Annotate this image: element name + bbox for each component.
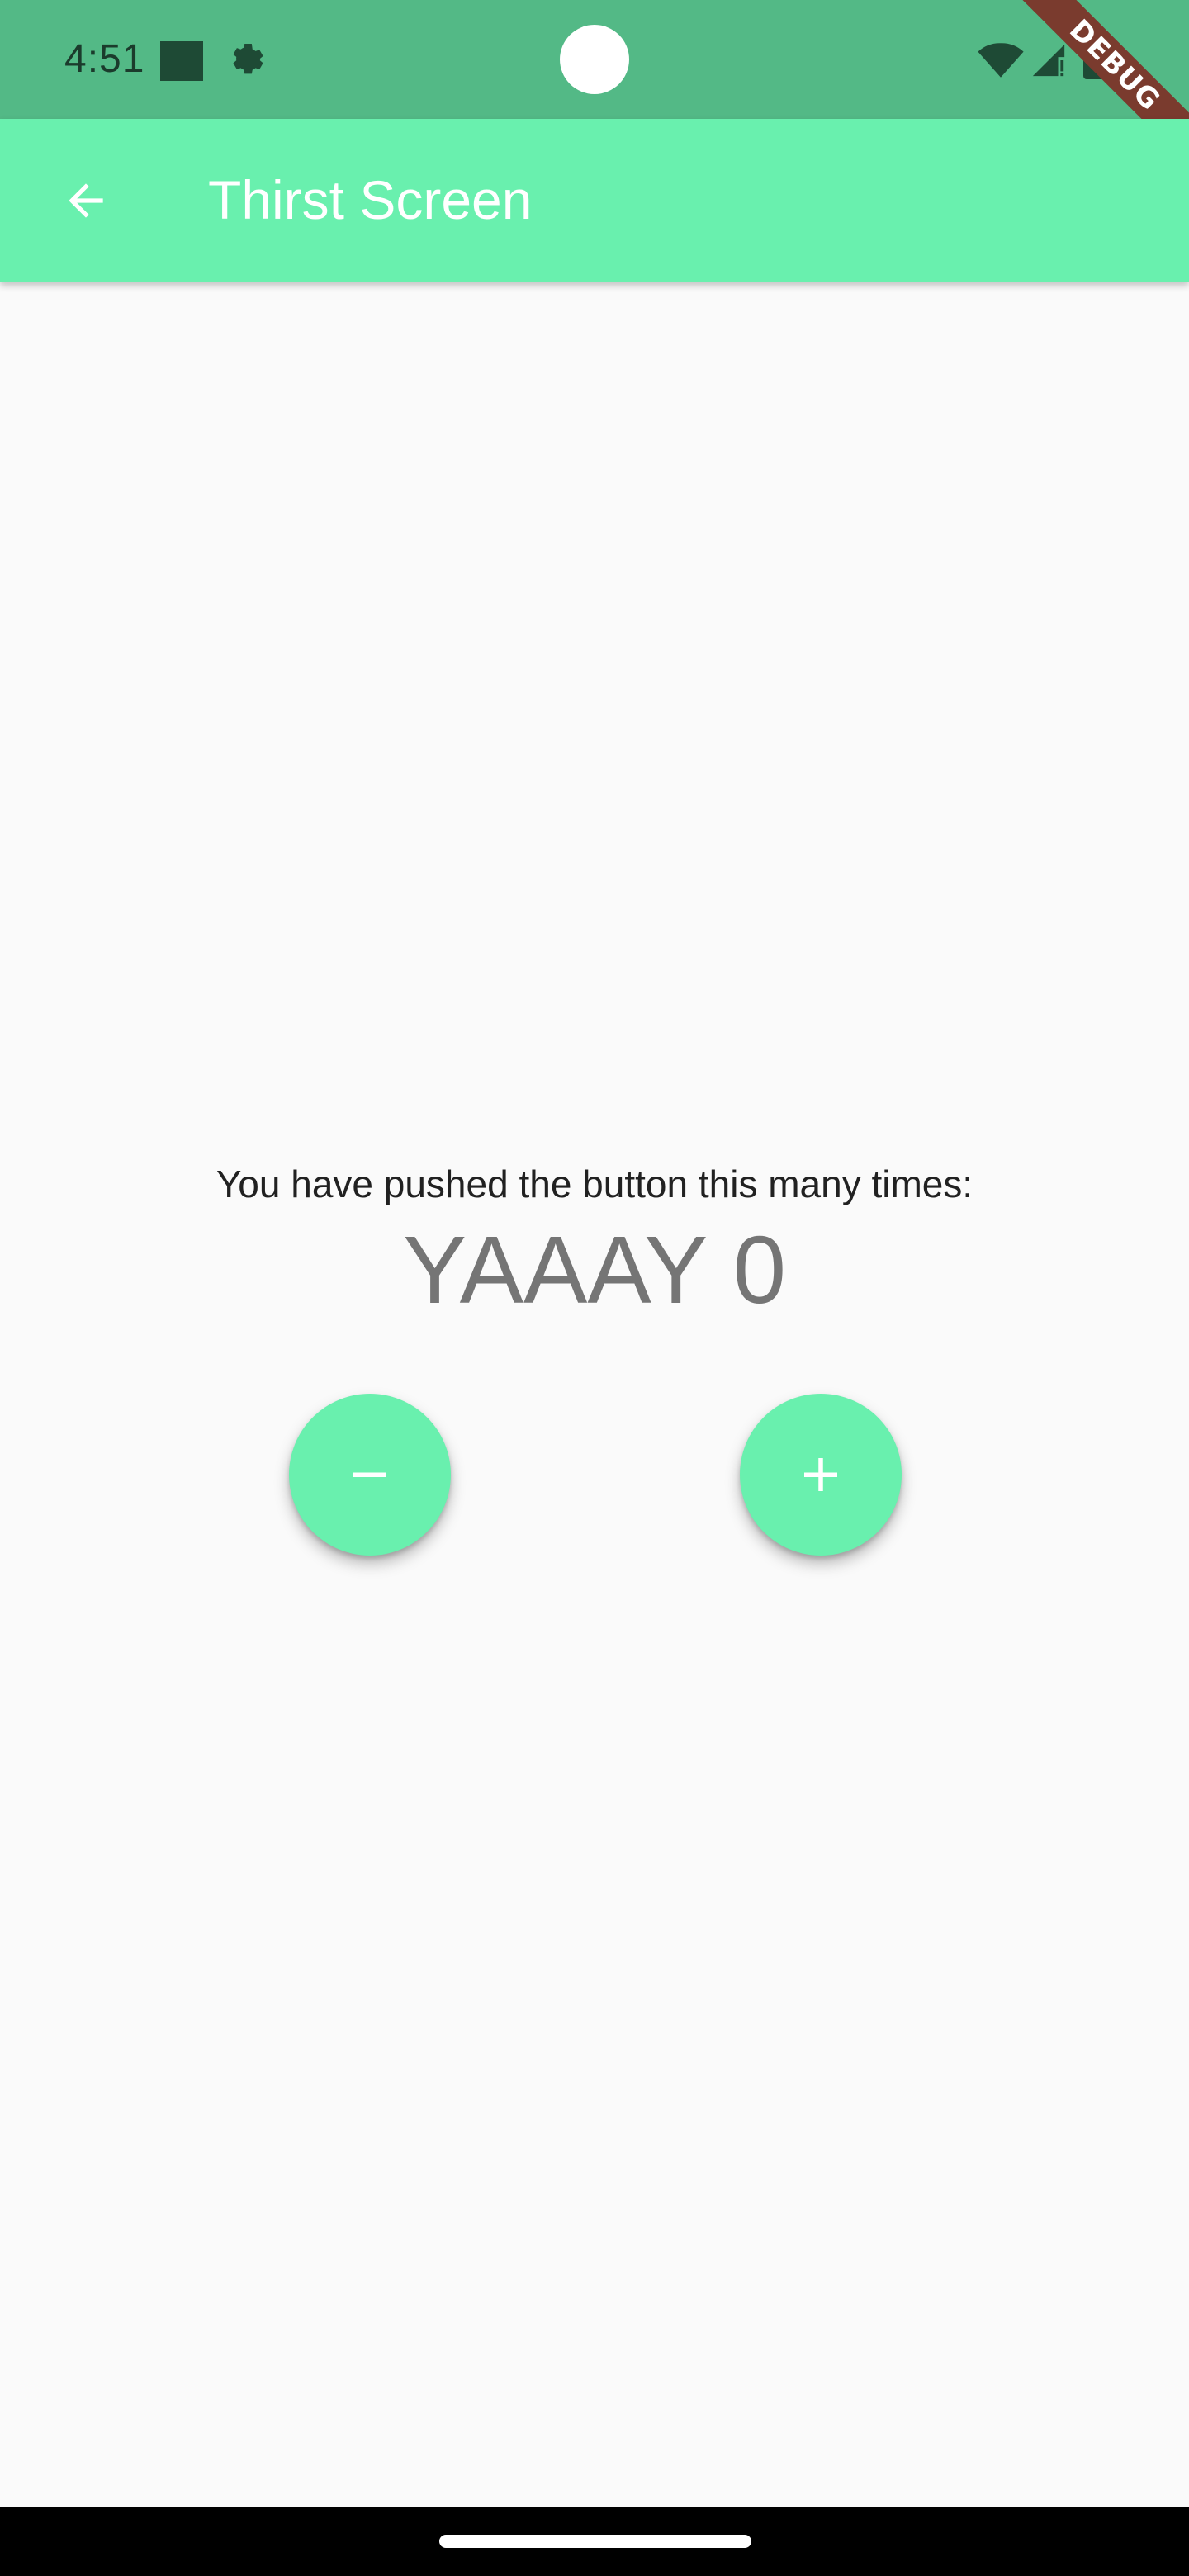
battery-icon: [1083, 41, 1116, 79]
settings-gear-icon: [233, 44, 263, 74]
notification-square-icon: [160, 41, 203, 81]
plus-icon: [804, 1458, 837, 1491]
arrow-back-icon: [69, 183, 103, 218]
app-bar: Thirst Screen: [0, 119, 1189, 282]
app-screen: 4:51 DEBUG Thirst Screen You have pushed…: [0, 0, 1189, 2576]
page-title: Thirst Screen: [208, 169, 533, 230]
navigation-bar: [0, 2507, 1189, 2576]
counter-label: You have pushed the button this many tim…: [216, 1163, 973, 1205]
status-time: 4:51: [64, 37, 145, 81]
camera-cutout: [560, 25, 629, 94]
minus-icon: [353, 1472, 386, 1477]
counter-value: YAAAY 0: [402, 1216, 787, 1324]
back-button[interactable]: [41, 156, 130, 245]
status-bar: 4:51: [0, 0, 1189, 119]
increment-button[interactable]: [740, 1394, 902, 1556]
cell-signal-icon: [1032, 44, 1065, 77]
home-indicator[interactable]: [439, 2535, 751, 2548]
decrement-button[interactable]: [289, 1394, 451, 1556]
wifi-icon: [978, 43, 1024, 78]
